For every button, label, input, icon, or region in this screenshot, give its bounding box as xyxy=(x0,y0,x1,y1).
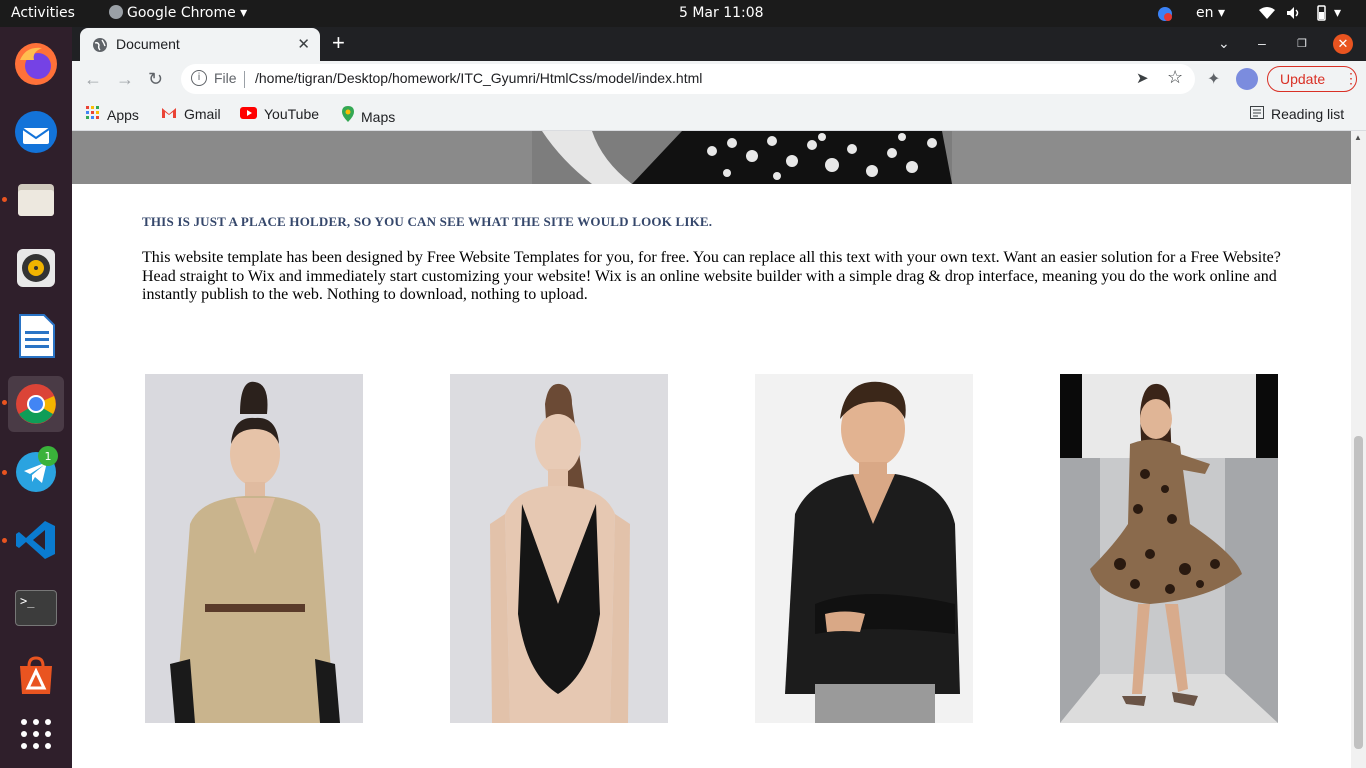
dock-vscode[interactable] xyxy=(8,512,64,568)
dock-rhythmbox[interactable] xyxy=(8,240,64,296)
tab-strip: Document ✕ + ⌄ – ❐ ✕ xyxy=(72,27,1366,61)
system-top-bar: Activities Google Chrome ▾ 5 Mar 11:08 e… xyxy=(0,0,1366,27)
notification-icon[interactable] xyxy=(1157,6,1173,26)
update-button[interactable]: Update ⋮ xyxy=(1267,66,1358,92)
model-photo-1 xyxy=(145,374,363,723)
running-indicator xyxy=(2,538,7,543)
chevron-down-icon: ▾ xyxy=(235,5,248,21)
url-text[interactable]: /home/tigran/Desktop/homework/ITC_Gyumri… xyxy=(255,70,702,86)
tab-search-chevron-icon[interactable]: ⌄ xyxy=(1218,35,1230,52)
globe-icon xyxy=(93,38,107,52)
volume-icon[interactable] xyxy=(1286,6,1302,24)
update-label: Update xyxy=(1280,71,1326,87)
reload-icon[interactable]: ↻ xyxy=(148,69,163,90)
placeholder-heading: THIS IS JUST A PLACE HOLDER, SO YOU CAN … xyxy=(142,214,713,229)
bookmark-youtube[interactable]: YouTube xyxy=(240,106,319,122)
bookmark-label: Maps xyxy=(361,109,396,125)
writer-icon xyxy=(19,314,55,358)
address-bar[interactable]: i File /home/tigran/Desktop/homework/ITC… xyxy=(181,64,1195,94)
battery-icon[interactable] xyxy=(1314,5,1328,25)
running-indicator xyxy=(2,470,7,475)
app-menu[interactable]: Google Chrome ▾ xyxy=(109,5,247,21)
dock-show-applications[interactable] xyxy=(8,706,64,762)
bookmark-label: Apps xyxy=(107,107,139,123)
running-indicator xyxy=(2,400,7,405)
close-tab-icon[interactable]: ✕ xyxy=(297,35,310,53)
scroll-up-arrow-icon[interactable]: ▲ xyxy=(1354,133,1362,142)
dock: 1 >_ xyxy=(0,27,72,768)
hero-banner-image xyxy=(72,131,1351,184)
dock-firefox[interactable] xyxy=(8,36,64,92)
vscode-icon xyxy=(16,521,55,559)
chrome-icon xyxy=(16,384,56,424)
more-menu-icon[interactable]: ⋮ xyxy=(1344,70,1358,87)
system-menu-chevron-icon[interactable]: ▾ xyxy=(1334,5,1341,21)
youtube-icon xyxy=(240,106,257,122)
files-icon xyxy=(18,184,54,216)
dock-thunderbird[interactable] xyxy=(8,104,64,160)
bookmark-star-icon[interactable]: ☆ xyxy=(1167,67,1183,88)
language-indicator[interactable]: en ▾ xyxy=(1196,5,1225,21)
page-scrollbar[interactable]: ▲ xyxy=(1351,131,1366,768)
bookmark-label: Gmail xyxy=(184,106,221,122)
bookmark-label: YouTube xyxy=(264,106,320,122)
firefox-icon xyxy=(15,43,57,85)
app-menu-label: Google Chrome xyxy=(127,5,236,21)
dock-chrome[interactable] xyxy=(8,376,64,432)
language-label: en xyxy=(1196,5,1214,21)
browser-toolbar: ← → ↻ i File /home/tigran/Desktop/homewo… xyxy=(72,61,1366,97)
dock-files[interactable] xyxy=(8,172,64,228)
dock-ubuntu-software[interactable] xyxy=(8,648,64,704)
divider xyxy=(244,71,245,88)
scheme-label: File xyxy=(214,70,237,86)
back-arrow-icon[interactable]: ← xyxy=(84,69,102,90)
model-photo-2 xyxy=(450,374,668,723)
terminal-icon: >_ xyxy=(15,590,57,626)
apps-grid-icon xyxy=(86,106,100,123)
chrome-small-icon xyxy=(109,5,123,19)
tab-document[interactable]: Document ✕ xyxy=(80,28,320,61)
intro-paragraph: This website template has been designed … xyxy=(142,249,1281,303)
bookmark-gmail[interactable]: Gmail xyxy=(161,106,221,122)
wifi-icon[interactable] xyxy=(1258,6,1276,24)
thunderbird-icon xyxy=(15,111,57,153)
page-viewport: THIS IS JUST A PLACE HOLDER, SO YOU CAN … xyxy=(72,131,1351,768)
telegram-unread-badge: 1 xyxy=(38,446,58,466)
maps-icon xyxy=(342,106,354,125)
rhythmbox-icon xyxy=(17,249,55,287)
window-close-button[interactable]: ✕ xyxy=(1333,34,1353,54)
chrome-window: Document ✕ + ⌄ – ❐ ✕ ← → ↻ i File /home/… xyxy=(72,27,1366,768)
gmail-icon xyxy=(161,106,177,122)
reading-list-icon xyxy=(1250,106,1264,122)
clock[interactable]: 5 Mar 11:08 xyxy=(679,5,764,21)
running-indicator xyxy=(2,197,7,202)
scrollbar-thumb[interactable] xyxy=(1354,436,1363,749)
dock-terminal[interactable]: >_ xyxy=(8,580,64,636)
dock-writer[interactable] xyxy=(8,308,64,364)
forward-arrow-icon[interactable]: → xyxy=(116,69,134,90)
reading-list-label: Reading list xyxy=(1271,106,1345,122)
minimize-button[interactable]: – xyxy=(1258,35,1266,51)
chevron-down-icon: ▾ xyxy=(1213,5,1225,21)
reading-list-button[interactable]: Reading list xyxy=(1250,106,1344,122)
new-tab-button[interactable]: + xyxy=(332,31,345,55)
activities-button[interactable]: Activities xyxy=(11,5,75,21)
model-photo-4 xyxy=(1060,374,1278,723)
bookmark-apps[interactable]: Apps xyxy=(86,106,139,123)
restore-button[interactable]: ❐ xyxy=(1297,37,1307,50)
bookmark-maps[interactable]: Maps xyxy=(342,106,395,125)
model-photo-3 xyxy=(755,374,973,723)
profile-avatar[interactable] xyxy=(1236,68,1258,90)
send-tab-icon[interactable]: ➤ xyxy=(1136,69,1149,87)
site-info-icon[interactable]: i xyxy=(191,70,207,86)
app-grid-icon xyxy=(21,719,51,749)
software-center-icon xyxy=(20,656,52,694)
tab-title: Document xyxy=(116,36,180,52)
extensions-puzzle-icon[interactable]: ✦ xyxy=(1207,69,1220,89)
dock-telegram[interactable]: 1 xyxy=(8,444,64,500)
bookmarks-bar: Apps Gmail YouTube Maps Reading list xyxy=(72,97,1366,131)
